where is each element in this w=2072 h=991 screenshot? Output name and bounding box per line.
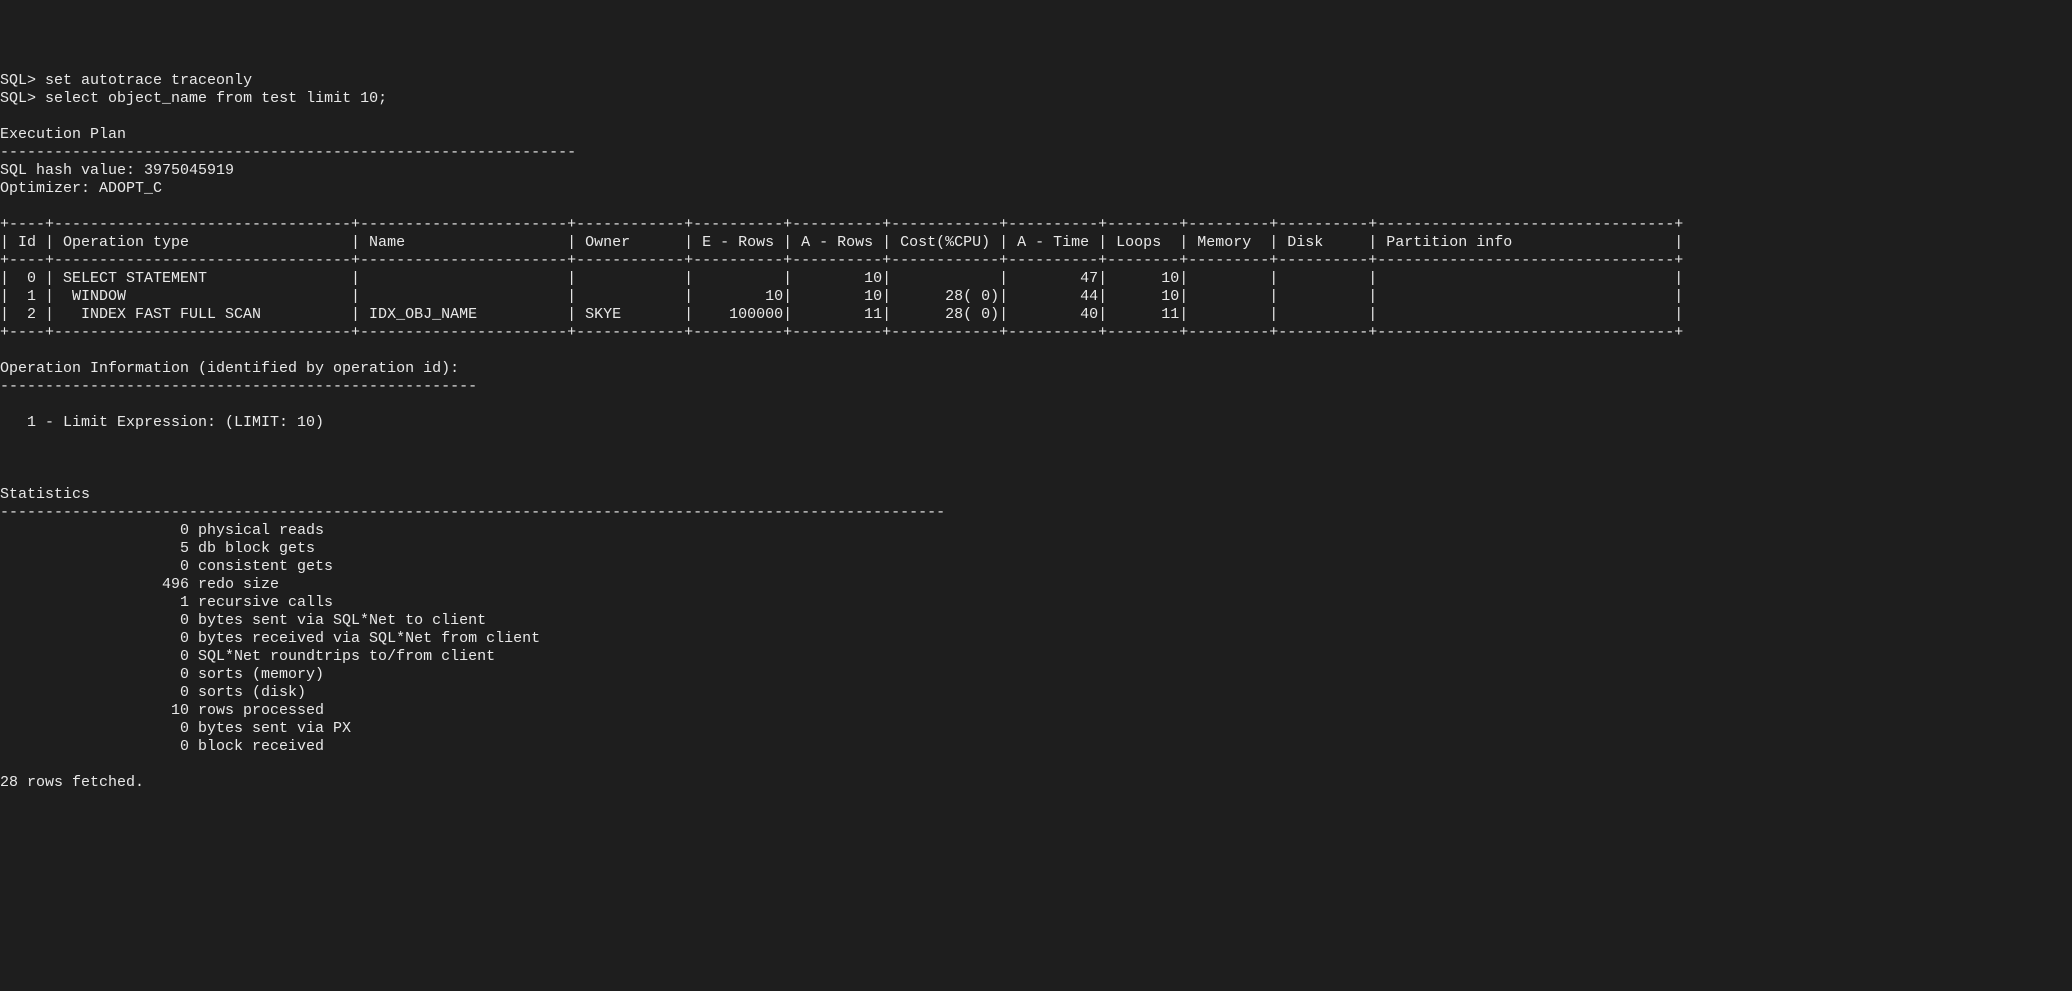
dash-line-3: ----------------------------------------…	[0, 504, 945, 521]
terminal-output: SQL> set autotrace traceonly SQL> select…	[0, 72, 2072, 792]
sql-hash-line: SQL hash value: 3975045919	[0, 162, 234, 179]
op-info-line: 1 - Limit Expression: (LIMIT: 10)	[0, 414, 324, 431]
optimizer-line: Optimizer: ADOPT_C	[0, 180, 162, 197]
exec-plan-header: Execution Plan	[0, 126, 126, 143]
stats-block: 0 physical reads 5 db block gets 0 consi…	[0, 522, 540, 755]
stats-header: Statistics	[0, 486, 90, 503]
dash-line-1: ----------------------------------------…	[0, 144, 576, 161]
footer-line: 28 rows fetched.	[0, 774, 144, 791]
plan-table: +----+---------------------------------+…	[0, 216, 1683, 341]
dash-line-2: ----------------------------------------…	[0, 378, 477, 395]
prompt-2: SQL> select object_name from test limit …	[0, 90, 387, 107]
op-info-header: Operation Information (identified by ope…	[0, 360, 459, 377]
prompt-1: SQL> set autotrace traceonly	[0, 72, 252, 89]
